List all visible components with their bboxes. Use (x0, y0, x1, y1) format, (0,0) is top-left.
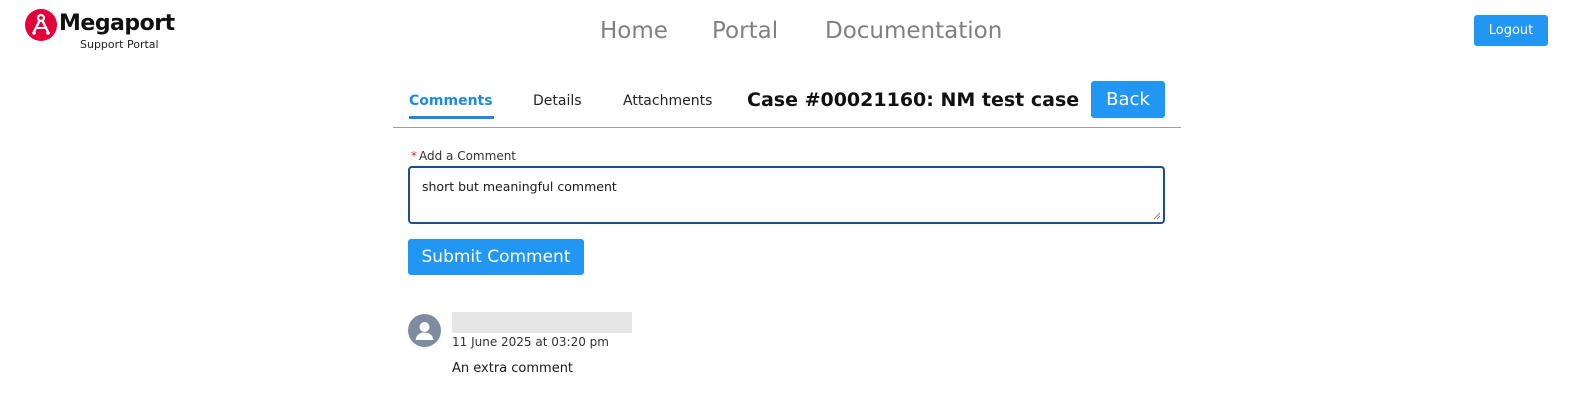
user-icon (415, 322, 434, 340)
nav-home[interactable]: Home (600, 15, 668, 47)
tab-details[interactable]: Details (533, 90, 582, 112)
comment-text: An extra comment (452, 361, 574, 376)
comment-field-label: * Add a Comment (411, 148, 516, 164)
comment-label-text: Add a Comment (419, 149, 517, 163)
nav-documentation[interactable]: Documentation (825, 15, 1002, 47)
required-marker: * (411, 149, 417, 163)
brand-subtitle: Support Portal (80, 38, 159, 51)
megaport-logo-icon (25, 9, 57, 41)
tab-attachments[interactable]: Attachments (623, 90, 712, 112)
active-tab-indicator (409, 116, 494, 119)
megaport-logo[interactable]: Megaport Support Portal (25, 9, 175, 53)
back-button[interactable]: Back (1091, 81, 1165, 118)
comment-date: 11 June 2025 at 03:20 pm (452, 335, 609, 349)
tab-comments[interactable]: Comments (409, 90, 493, 112)
submit-comment-button[interactable]: Submit Comment (408, 239, 584, 275)
user-avatar (408, 314, 441, 347)
resize-grip-icon[interactable] (1153, 212, 1161, 220)
comment-textarea-value: short but meaningful comment (422, 179, 617, 194)
comment-textarea[interactable]: short but meaningful comment (408, 166, 1165, 224)
case-tab-bar: Comments Details Attachments Case #00021… (393, 80, 1181, 128)
case-title: Case #00021160: NM test case (747, 89, 1080, 111)
logout-button[interactable]: Logout (1474, 15, 1548, 46)
brand-name: Megaport (59, 11, 175, 36)
author-name-redacted (452, 312, 632, 333)
nav-portal[interactable]: Portal (712, 15, 778, 47)
